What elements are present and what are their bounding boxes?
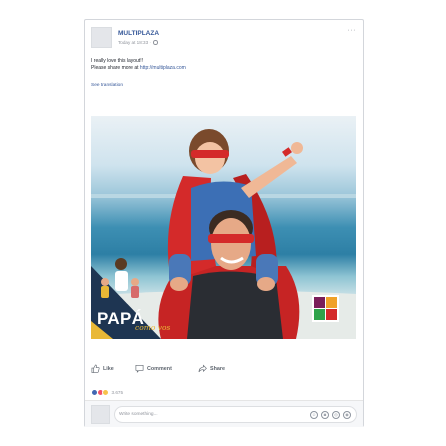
post-photo[interactable]: PAPÁ como vos xyxy=(91,116,356,339)
dad-hand-left xyxy=(170,277,188,291)
child-hand xyxy=(291,142,303,154)
child-arm xyxy=(241,156,297,198)
comment-button[interactable]: Comment xyxy=(135,364,172,373)
child-mask xyxy=(191,150,229,158)
gif-icon[interactable]: ◎ xyxy=(332,410,340,419)
emoji-icon[interactable]: ☺ xyxy=(310,410,318,419)
comment-input[interactable]: Write something... ☺ ◙ ◎ ◉ xyxy=(114,406,357,423)
thumbs-up-icon xyxy=(91,364,100,373)
post-timestamp[interactable]: Today at 18:33 · xyxy=(118,40,152,45)
dad-mask xyxy=(208,234,254,243)
share-arrow-icon xyxy=(198,364,207,373)
more-options-icon[interactable]: ··· xyxy=(348,27,357,34)
comment-tools: ☺ ◙ ◎ ◉ xyxy=(310,410,351,419)
cartoon-kid-head-right xyxy=(131,278,139,286)
post-text-line-1: I really love this layout!! xyxy=(91,58,143,64)
comment-label: Comment xyxy=(147,365,172,372)
dad-hand-right xyxy=(257,277,275,291)
child-wristband xyxy=(282,147,292,157)
cartoon-dad-head xyxy=(115,258,127,270)
facebook-post-card: MULTIPLAZA Today at 18:33 · ··· I really… xyxy=(84,19,364,427)
post-link[interactable]: http://multiplaza.com xyxy=(140,65,186,71)
user-avatar xyxy=(91,405,110,424)
share-button[interactable]: Share xyxy=(198,364,225,373)
comment-composer: Write something... ☺ ◙ ◎ ◉ xyxy=(85,400,363,427)
cartoon-kid-body-left xyxy=(101,286,109,298)
photo-illustration xyxy=(91,129,356,339)
share-label: Share xyxy=(210,365,225,372)
see-translation-link[interactable]: See translation xyxy=(91,83,123,88)
reactions-summary[interactable]: 3.675 xyxy=(91,388,123,397)
campaign-subtitle: como vos xyxy=(135,323,171,332)
cartoon-kid-body-right xyxy=(131,286,139,298)
post-text-line-2: Please share more at http://multiplaza.c… xyxy=(91,65,186,72)
post-text-prefix: Please share more at xyxy=(91,64,140,71)
comment-bubble-icon xyxy=(135,365,144,373)
page-avatar[interactable] xyxy=(91,27,112,48)
haha-reaction-icon xyxy=(102,389,109,396)
page-name[interactable]: MULTIPLAZA xyxy=(118,30,159,37)
sticker-icon[interactable]: ◉ xyxy=(343,410,351,419)
post-actions: Like Comment Share xyxy=(91,364,359,376)
globe-icon xyxy=(153,40,158,45)
post-text: I really love this layout!! Please share… xyxy=(91,58,186,71)
cartoon-dad-body xyxy=(115,271,128,291)
multiplaza-logo xyxy=(312,295,339,322)
post-meta: Today at 18:33 · xyxy=(118,40,158,45)
comment-placeholder: Write something... xyxy=(119,411,158,417)
reactions-count: 3.675 xyxy=(111,390,124,395)
camera-icon[interactable]: ◙ xyxy=(321,410,329,419)
like-label: Like xyxy=(103,365,114,372)
post-header: MULTIPLAZA Today at 18:33 · ··· xyxy=(91,27,357,51)
cartoon-kid-head-left xyxy=(101,278,109,286)
like-button[interactable]: Like xyxy=(91,364,114,373)
